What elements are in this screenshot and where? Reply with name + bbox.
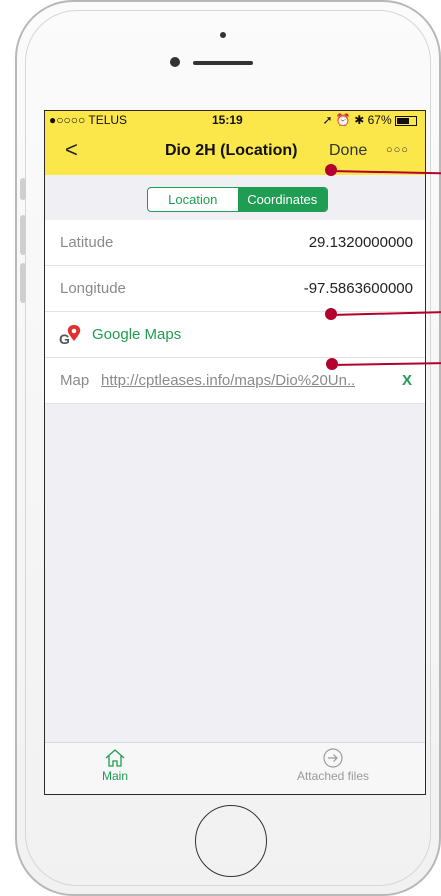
bluetooth-icon: ✱ (354, 113, 365, 127)
top-bar: ●○○○○ TELUS 15:19 ➚ ⏰ ✱ 67% < Dio 2H (Lo… (45, 111, 425, 175)
more-options-icon[interactable]: ○○○ (386, 144, 409, 156)
side-button-volume-down (20, 263, 26, 303)
google-maps-pin-icon: G (59, 325, 81, 346)
tab-bar: Main Attached files (45, 742, 425, 794)
side-button-mute (20, 178, 26, 200)
proximity-sensor (220, 32, 226, 38)
map-label: Map (60, 372, 90, 389)
arrow-circle-icon (323, 748, 343, 768)
map-row: Map http://cptleases.info/maps/Dio%20Un.… (45, 358, 425, 404)
status-bar: ●○○○○ TELUS 15:19 ➚ ⏰ ✱ 67% (45, 111, 425, 129)
svg-text:G: G (59, 331, 70, 346)
front-camera (170, 57, 180, 67)
latitude-row[interactable]: Latitude 29.1320000000 (45, 220, 425, 266)
map-url-link[interactable]: http://cptleases.info/maps/Dio%20Un.. (101, 372, 355, 389)
tab-attached-files[interactable]: Attached files (273, 747, 393, 783)
app-screen: ●○○○○ TELUS 15:19 ➚ ⏰ ✱ 67% < Dio 2H (Lo… (44, 110, 426, 795)
longitude-label: Longitude (60, 280, 126, 297)
home-icon (105, 749, 125, 767)
page-title: Dio 2H (Location) (165, 142, 298, 159)
segmented-control: Location Coordinates (147, 187, 328, 212)
segment-coordinates[interactable]: Coordinates (237, 188, 327, 211)
google-maps-link[interactable]: Google Maps (92, 326, 181, 343)
earpiece-speaker (193, 61, 253, 65)
tab-attached-files-label: Attached files (296, 769, 370, 783)
battery-icon (395, 115, 417, 126)
home-button[interactable] (195, 805, 267, 877)
google-maps-row[interactable]: G Google Maps (45, 312, 425, 358)
latitude-label: Latitude (60, 234, 114, 251)
status-right: ➚ ⏰ ✱ 67% (323, 113, 417, 127)
status-time: 15:19 (212, 113, 243, 127)
battery-percent: 67% (367, 113, 392, 127)
tab-main[interactable]: Main (85, 747, 145, 783)
tab-main-label: Main (101, 769, 128, 783)
navigation-bar: < Dio 2H (Location) Done ○○○ (45, 129, 425, 175)
side-button-volume-up (20, 215, 26, 255)
carrier-label: ●○○○○ TELUS (49, 113, 128, 127)
back-button[interactable]: < (65, 137, 78, 163)
latitude-value: 29.1320000000 (308, 234, 413, 251)
location-arrow-icon: ➚ (322, 113, 333, 127)
alarm-icon: ⏰ (335, 113, 351, 127)
segment-location[interactable]: Location (148, 188, 238, 211)
coordinates-list: Latitude 29.1320000000 Longitude -97.586… (45, 220, 425, 404)
longitude-row[interactable]: Longitude -97.5863600000 (45, 266, 425, 312)
clear-map-button[interactable]: X (402, 372, 412, 389)
done-button[interactable]: Done (329, 142, 367, 160)
longitude-value: -97.5863600000 (303, 280, 413, 297)
